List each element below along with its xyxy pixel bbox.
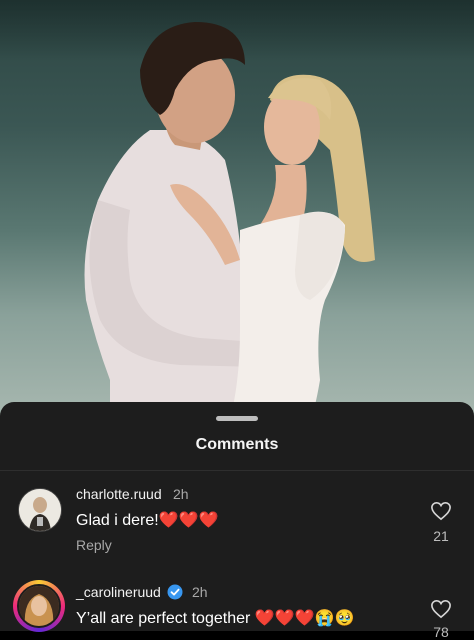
comment-text: Y’all are perfect together ❤️❤️❤️😭🥹 (76, 610, 355, 627)
comment-text: Glad i dere!❤️❤️❤️ (76, 512, 219, 529)
comment-timestamp: 2h (192, 584, 208, 600)
reply-button[interactable]: Reply (76, 537, 112, 553)
avatar-image (19, 489, 61, 531)
avatar-image (19, 586, 59, 626)
header-divider (0, 470, 474, 471)
like-count: 21 (433, 528, 449, 544)
avatar[interactable] (18, 488, 62, 532)
like-heart-icon[interactable] (430, 501, 452, 521)
verified-badge-icon (167, 584, 183, 600)
avatar[interactable] (17, 584, 61, 628)
comments-sheet: Comments (0, 402, 474, 631)
comment-username[interactable]: charlotte.ruud (76, 486, 162, 502)
sheet-title: Comments (195, 436, 279, 453)
like-heart-icon[interactable] (430, 599, 452, 619)
comment-username[interactable]: _carolineruud (76, 584, 161, 600)
sheet-drag-handle[interactable] (216, 416, 258, 421)
couple-photo-illustration (84, 22, 375, 420)
comment-timestamp: 2h (173, 486, 189, 502)
like-count: 78 (433, 624, 449, 640)
post-photo (0, 0, 474, 420)
